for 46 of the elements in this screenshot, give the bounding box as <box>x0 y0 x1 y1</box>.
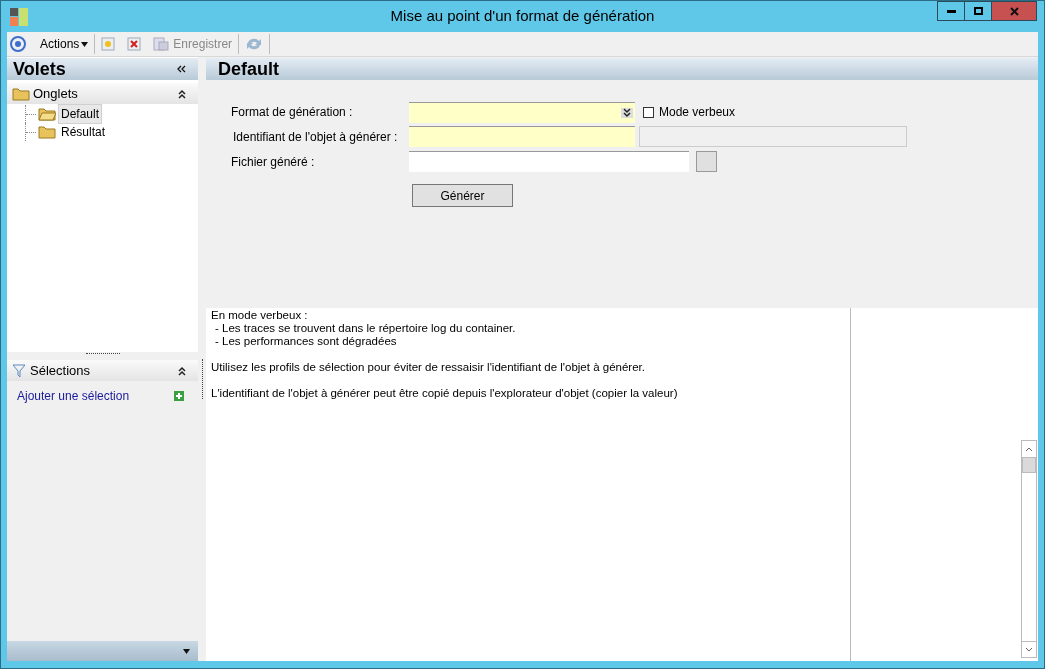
add-icon[interactable] <box>174 391 184 401</box>
minimize-button[interactable] <box>937 1 965 21</box>
info-line: - Les performances sont dégradées <box>214 335 398 348</box>
field-label: Format de génération : <box>231 104 354 121</box>
checkbox-label: Mode verbeux <box>659 104 736 121</box>
caret-icon[interactable] <box>81 41 89 47</box>
tree-item[interactable]: Default <box>58 104 103 124</box>
info-line: - Les traces se trouvent dans le répertoire log du container. <box>214 322 517 335</box>
collapse-icon[interactable] <box>177 88 187 99</box>
info-line: Utilisez les profils de sélection pour éviter de ressaisir l'identifiant de l'objet à générer. <box>211 361 646 374</box>
collapse-icon[interactable] <box>177 365 187 376</box>
section-header[interactable]: Onglets <box>7 83 198 104</box>
filter-icon <box>12 363 26 378</box>
file-field[interactable] <box>409 151 689 172</box>
app-logo-icon <box>10 7 28 26</box>
checkbox[interactable] <box>643 106 654 118</box>
field-label: Identifiant de l'objet à générer : <box>232 128 399 146</box>
field-label: Fichier généré : <box>231 153 316 171</box>
scroll-down-icon[interactable] <box>1025 647 1033 652</box>
delete-icon[interactable] <box>127 37 142 51</box>
close-icon <box>1009 6 1019 16</box>
scrollbar-thumb[interactable] <box>1022 457 1036 473</box>
section-title: Sélections <box>30 361 90 380</box>
expand-icon[interactable] <box>622 107 632 118</box>
tree-item[interactable]: Résultat <box>58 122 109 142</box>
close-button[interactable] <box>991 1 1037 21</box>
scroll-up-icon[interactable] <box>1025 446 1033 452</box>
page-title: Default <box>218 57 279 81</box>
actions-menu[interactable]: Actions <box>40 35 89 53</box>
target-icon[interactable] <box>10 36 26 52</box>
folder-icon <box>38 125 56 139</box>
identifier-field[interactable] <box>409 126 635 147</box>
folder-icon <box>12 86 30 101</box>
collapse-panel-icon[interactable] <box>177 65 186 73</box>
caret-icon[interactable] <box>183 648 190 654</box>
generate-button[interactable]: Générer <box>412 184 513 207</box>
add-selection-link[interactable]: Ajouter une sélection <box>17 387 130 405</box>
panel-title: Volets <box>13 57 66 81</box>
section-title: Onglets <box>33 84 78 103</box>
maximize-button[interactable] <box>965 1 991 21</box>
open-folder-icon <box>38 107 56 121</box>
section-header[interactable]: Sélections <box>7 360 198 381</box>
scrollbar[interactable] <box>1021 440 1037 658</box>
window-title: Mise au point d'un format de génération <box>390 6 655 27</box>
info-line: En mode verbeux : <box>211 309 309 322</box>
info-line: L'identifiant de l'objet à générer peut être copié depuis l'explorateur d'objet (copier la valeur) <box>211 387 679 400</box>
